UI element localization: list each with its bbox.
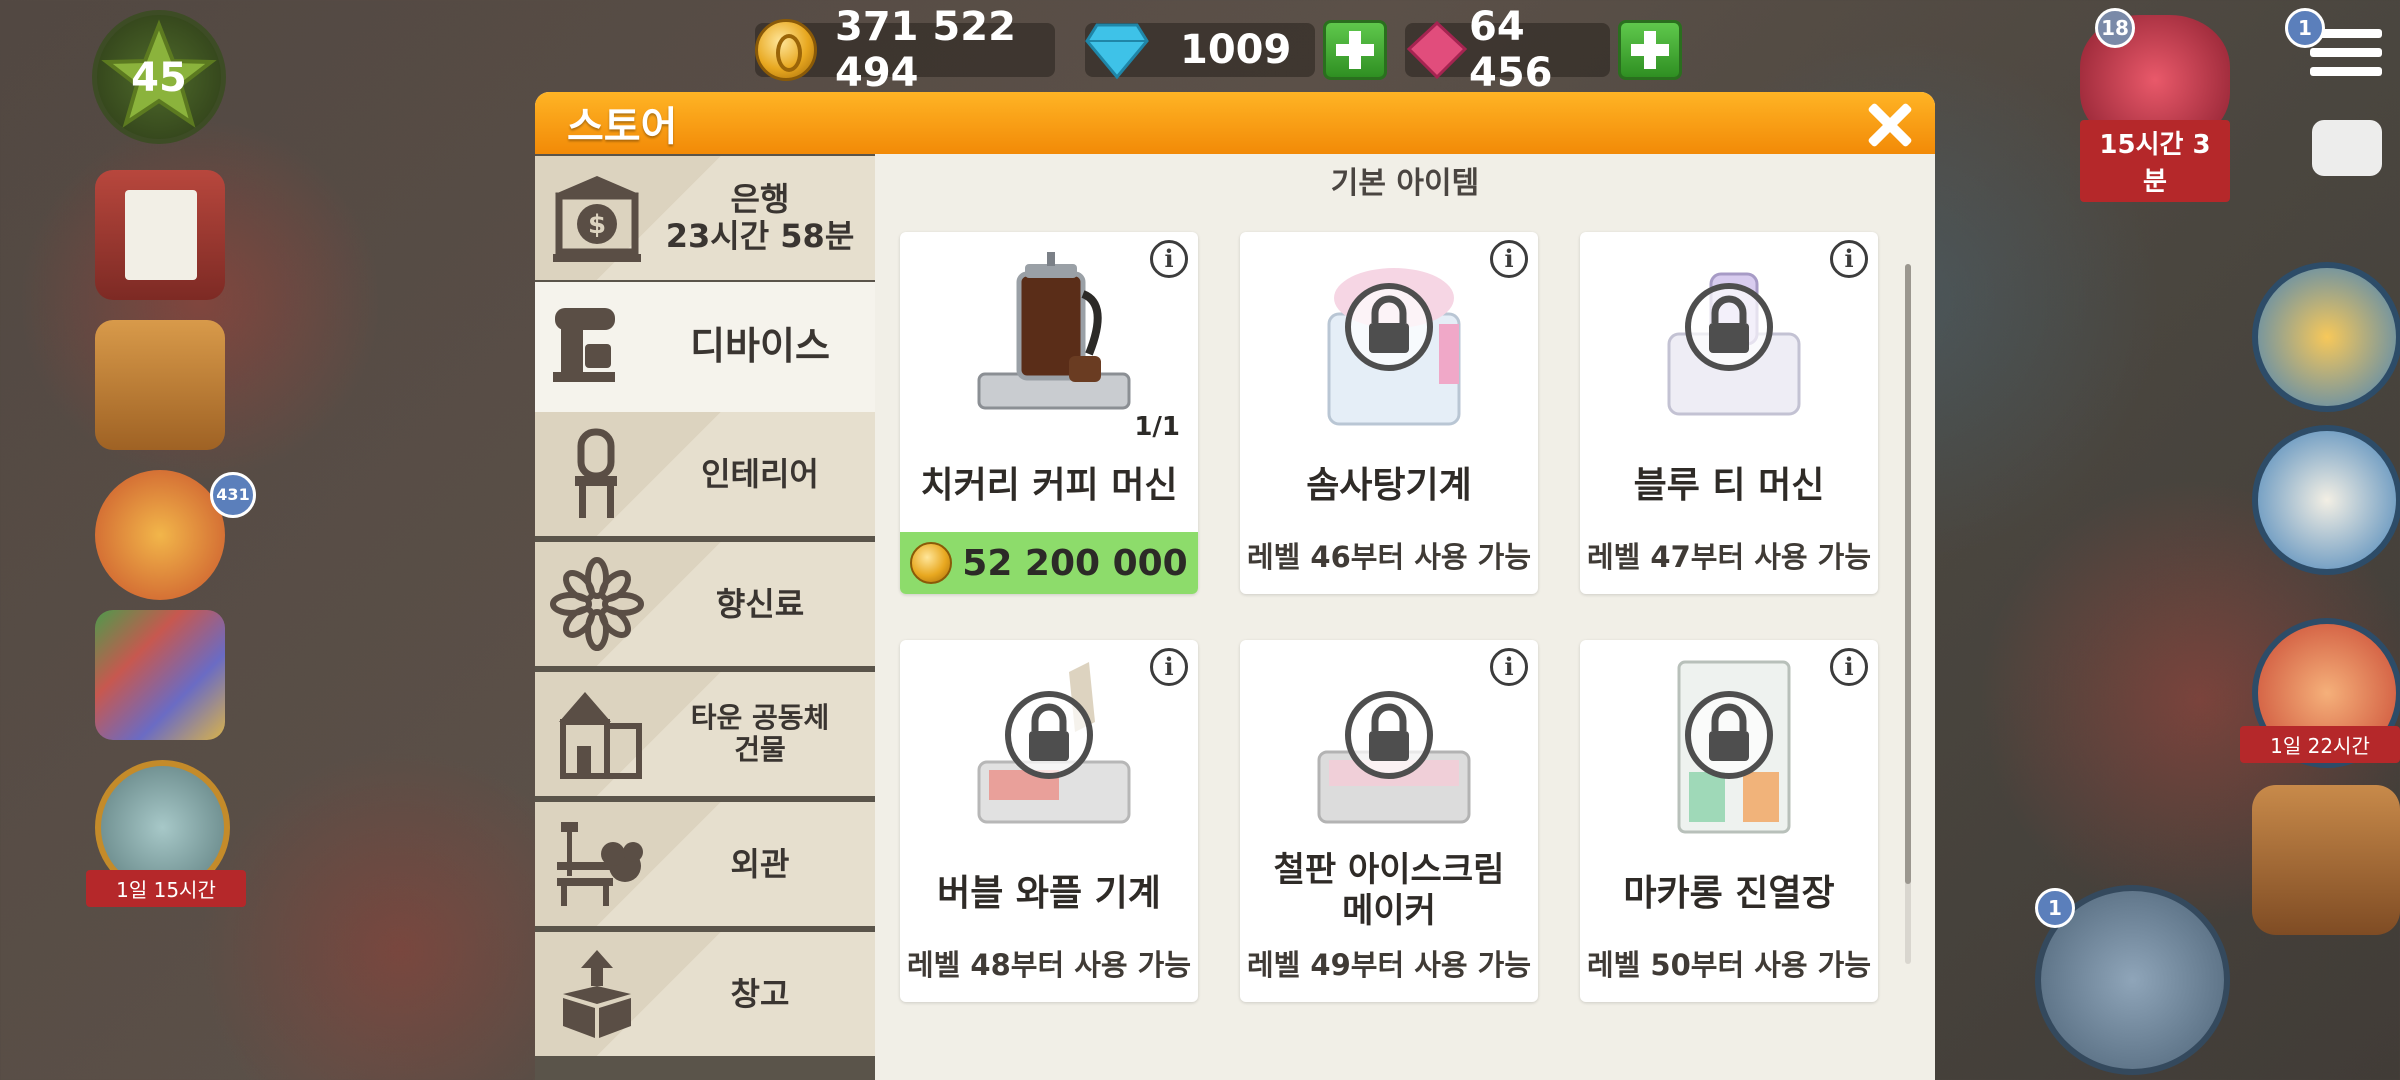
tab-devices[interactable]: 디바이스	[535, 282, 875, 412]
gift-box-badge: 18	[2095, 8, 2135, 48]
bench-icon	[557, 822, 643, 906]
info-icon[interactable]: i	[1150, 648, 1188, 686]
padlock-icon	[1709, 295, 1749, 353]
item-requirement: 레벨 48부터 사용 가능	[906, 948, 1192, 982]
gift-box-timer: 15시간 3분	[2080, 120, 2230, 202]
info-icon[interactable]: i	[1490, 240, 1528, 278]
storage-box-icon	[563, 950, 631, 1038]
item-name: 블루 티 머신	[1633, 465, 1825, 506]
diamonds-value: 1009	[1180, 27, 1292, 73]
item-name: 철판 아이스크림 메이커	[1273, 850, 1505, 931]
item-card-blue-tea-machine[interactable]: i 블루 티 머신 레벨 47부터 사용 가능	[1580, 232, 1878, 594]
coins-value: 371 522 494	[835, 4, 1016, 96]
level-star-icon[interactable]: 45	[92, 10, 226, 144]
rubies-value: 64 456	[1469, 4, 1553, 96]
add-diamonds-button[interactable]	[1323, 20, 1387, 80]
tab-storage[interactable]: 창고	[535, 932, 875, 1056]
item-requirement: 레벨 47부터 사용 가능	[1586, 540, 1872, 574]
coffee-machine-image	[977, 252, 1131, 410]
item-card-cotton-candy-machine[interactable]: i 솜사탕기계 레벨 46부터 사용 가능	[1240, 232, 1538, 594]
chat-icon[interactable]	[2312, 120, 2382, 176]
color-gem-icon[interactable]	[95, 610, 225, 740]
padlock-icon	[1709, 703, 1749, 761]
item-requirement: 레벨 50부터 사용 가능	[1586, 948, 1872, 982]
item-card-chicory-coffee-machine[interactable]: i 1/1 치커리 커피 머신 52 200 000	[900, 232, 1198, 594]
tab-bank[interactable]: $ 은행 23시간 58분	[535, 156, 875, 280]
tab-label-devices: 디바이스	[690, 324, 830, 369]
town-building-icon	[559, 692, 642, 779]
item-requirement: 레벨 49부터 사용 가능	[1246, 948, 1532, 982]
store-dialog: 스토어 $ 은행 23시간 58분 디바이스 인테리어 향신료 타운 공동체 건…	[535, 92, 1935, 1080]
lock-icon	[1685, 691, 1773, 779]
tab-label-town-buildings: 타운 공동체 건물	[690, 700, 830, 766]
item-name: 솜사탕기계	[1306, 465, 1472, 506]
tab-label-spices: 향신료	[715, 584, 805, 623]
item-name: 마카롱 진열장	[1623, 873, 1835, 914]
item-card-macaron-display[interactable]: i 마카롱 진열장 레벨 50부터 사용 가능	[1580, 640, 1878, 1002]
scrollbar-thumb[interactable]	[1905, 264, 1911, 884]
coins-counter: 371 522 494	[755, 4, 1055, 96]
item-price: 52 200 000	[962, 542, 1188, 584]
section-title: 기본 아이템	[1330, 166, 1480, 201]
item-card-bubble-waffle-machine[interactable]: i 버블 와플 기계 레벨 48부터 사용 가능	[900, 640, 1198, 1002]
daily-gift-icon[interactable]	[2252, 262, 2400, 412]
diamonds-counter: 1009	[1085, 20, 1387, 80]
tab-label-interior: 인테리어	[701, 454, 819, 493]
info-icon[interactable]: i	[1150, 240, 1188, 278]
balloon-timer: 1일 22시간	[2240, 726, 2400, 763]
buy-button[interactable]: 52 200 000	[900, 532, 1198, 594]
coin-icon	[910, 542, 953, 584]
padlock-icon	[1029, 703, 1069, 761]
chair-icon	[575, 428, 617, 518]
item-requirement: 레벨 46부터 사용 가능	[1246, 540, 1532, 574]
tab-exterior[interactable]: 외관	[535, 802, 875, 926]
lock-icon	[1345, 283, 1433, 371]
menu-badge: 1	[2285, 8, 2325, 48]
tab-town-buildings[interactable]: 타운 공동체 건물	[535, 672, 875, 796]
close-icon[interactable]	[1865, 100, 1913, 148]
ruby-icon	[1406, 21, 1468, 79]
order-clipboard-icon[interactable]	[95, 170, 225, 300]
info-icon[interactable]: i	[1830, 648, 1868, 686]
tab-label-storage: 창고	[730, 974, 790, 1013]
info-icon[interactable]: i	[1830, 240, 1868, 278]
tab-interior[interactable]: 인테리어	[535, 412, 875, 536]
item-name: 버블 와플 기계	[937, 873, 1161, 914]
item-count: 1/1	[1134, 412, 1180, 442]
menu-board-icon[interactable]	[2252, 785, 2400, 935]
item-card-griddle-ice-cream-maker[interactable]: i 철판 아이스크림 메이커 레벨 49부터 사용 가능	[1240, 640, 1538, 1002]
gift-badge: 431	[210, 472, 256, 518]
tab-label-bank: 은행 23시간 58분	[665, 180, 855, 255]
star-anise-icon	[550, 557, 644, 651]
lock-icon	[1345, 691, 1433, 779]
bank-icon: $	[553, 176, 641, 262]
spice-box-icon[interactable]	[95, 320, 225, 450]
left-event-timer: 1일 15시간	[86, 870, 246, 907]
lock-icon	[1005, 691, 1093, 779]
svg-text:$: $	[588, 210, 606, 240]
tab-label-exterior: 외관	[730, 844, 790, 883]
cash-register-badge: 1	[2035, 888, 2075, 928]
coin-icon	[755, 19, 817, 81]
item-name: 치커리 커피 머신	[920, 465, 1178, 506]
tasks-icon[interactable]	[2252, 425, 2400, 575]
store-header: 스토어	[535, 92, 1935, 154]
diamond-icon	[1085, 23, 1149, 79]
rubies-counter: 64 456	[1405, 4, 1682, 96]
padlock-icon	[1369, 703, 1409, 761]
add-rubies-button[interactable]	[1618, 20, 1682, 80]
content-scrollbar[interactable]	[1905, 264, 1911, 964]
tab-spices[interactable]: 향신료	[535, 542, 875, 666]
padlock-icon	[1369, 295, 1409, 353]
player-level: 45	[131, 55, 187, 101]
mixer-icon	[553, 308, 615, 382]
gift-icon[interactable]	[95, 470, 225, 600]
lock-icon	[1685, 283, 1773, 371]
store-title: 스토어	[567, 104, 678, 150]
info-icon[interactable]: i	[1490, 648, 1528, 686]
store-sidebar: $ 은행 23시간 58분 디바이스 인테리어 향신료 타운 공동체 건물 외관…	[535, 154, 875, 1080]
